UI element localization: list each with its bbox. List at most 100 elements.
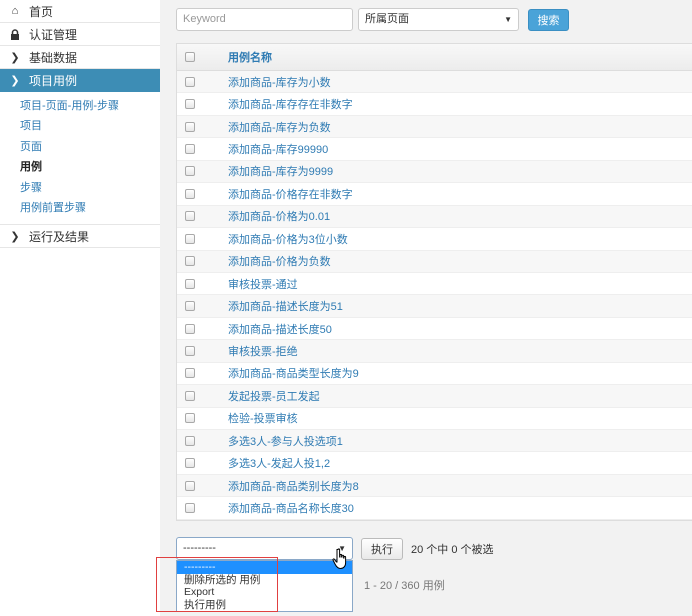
case-name-link[interactable]: 添加商品-商品类别长度为8: [228, 478, 359, 494]
row-checkbox[interactable]: [185, 345, 195, 356]
sidebar-sub-step[interactable]: 步骤: [20, 178, 160, 198]
row-checkbox[interactable]: [185, 144, 195, 155]
column-header-case-name[interactable]: 用例名称: [228, 49, 272, 65]
case-name-link[interactable]: 审核投票-拒绝: [228, 343, 298, 359]
row-checkbox[interactable]: [185, 211, 195, 222]
row-checkbox[interactable]: [185, 188, 195, 199]
row-checkbox[interactable]: [185, 503, 195, 514]
sidebar-subnav: 项目-页面-用例-步骤 项目 页面 用例 步骤 用例前置步骤: [0, 92, 160, 226]
select-all-checkbox[interactable]: [185, 52, 195, 62]
case-name-link[interactable]: 添加商品-价格为3位小数: [228, 231, 348, 247]
row-checkbox[interactable]: [185, 368, 195, 379]
sidebar-item-auth[interactable]: 认证管理: [0, 23, 160, 46]
row-checkbox[interactable]: [185, 99, 195, 110]
case-name-link[interactable]: 添加商品-库存为小数: [228, 74, 331, 90]
case-name-link[interactable]: 添加商品-库存存在非数字: [228, 96, 353, 112]
case-name-link[interactable]: 添加商品-库存为9999: [228, 163, 333, 179]
case-name-link[interactable]: 添加商品-价格为负数: [228, 253, 331, 269]
case-name-link[interactable]: 审核投票-通过: [228, 276, 298, 292]
sidebar-sub-project[interactable]: 项目: [20, 116, 160, 136]
case-name-link[interactable]: 添加商品-商品名称长度30: [228, 500, 354, 516]
case-name-link[interactable]: 添加商品-库存为负数: [228, 119, 331, 135]
table-header: 用例名称: [177, 44, 692, 71]
search-toolbar: Keyword 所属页面 ▼ 搜索: [176, 8, 569, 31]
table-row: 添加商品-商品名称长度30: [177, 497, 692, 520]
case-name-link[interactable]: 添加商品-商品类型长度为9: [228, 365, 359, 381]
sidebar-item-label: 运行及结果: [29, 229, 90, 244]
chevron-right-icon: ❯: [10, 230, 20, 243]
row-checkbox[interactable]: [185, 166, 195, 177]
row-checkbox[interactable]: [185, 121, 195, 132]
lock-icon: [8, 28, 22, 40]
case-name-link[interactable]: 多选3人-参与人投选项1: [228, 433, 343, 449]
keyword-input[interactable]: Keyword: [176, 8, 353, 31]
row-checkbox[interactable]: [185, 323, 195, 334]
table-row: 多选3人-参与人投选项1: [177, 430, 692, 453]
table-row: 审核投票-拒绝: [177, 340, 692, 363]
case-name-link[interactable]: 检验-投票审核: [228, 410, 298, 426]
sidebar-sub-project-page-case-step[interactable]: 项目-页面-用例-步骤: [20, 96, 160, 116]
sidebar-item-label: 首页: [29, 4, 54, 19]
chevron-right-icon: ❯: [10, 51, 20, 64]
table-row: 添加商品-库存为小数: [177, 71, 692, 94]
case-table: 用例名称 添加商品-库存为小数 添加商品-库存存在非数字 添加商品-库存为负数 添加商…: [176, 43, 692, 521]
table-row: 添加商品-库存为9999: [177, 160, 692, 184]
row-checkbox[interactable]: [185, 256, 195, 267]
table-row: 添加商品-价格为0.01: [177, 205, 692, 229]
sidebar-item-label: 基础数据: [29, 50, 78, 65]
sidebar-item-label: 项目用例: [29, 73, 78, 88]
sidebar: ⌂ 首页 认证管理 ❯ 基础数据 ❯ 项目用例 项目-页面-用例-步骤 项目 页…: [0, 0, 168, 616]
table-row: 添加商品-价格存在非数字: [177, 183, 692, 206]
sidebar-sub-case-prestep[interactable]: 用例前置步骤: [20, 198, 160, 218]
sidebar-item-basic-data[interactable]: ❯ 基础数据: [0, 46, 160, 69]
row-checkbox[interactable]: [185, 458, 195, 469]
row-checkbox[interactable]: [185, 301, 195, 312]
table-row: 添加商品-价格为3位小数: [177, 228, 692, 251]
page-filter-value: 所属页面: [365, 13, 409, 25]
row-checkbox[interactable]: [185, 480, 195, 491]
table-row: 添加商品-商品类型长度为9: [177, 363, 692, 386]
table-row: 多选3人-发起人投1,2: [177, 452, 692, 475]
case-name-link[interactable]: 发起投票-员工发起: [228, 388, 320, 404]
table-row: 添加商品-描述长度50: [177, 318, 692, 341]
case-name-link[interactable]: 添加商品-描述长度50: [228, 321, 332, 337]
table-row: 添加商品-库存99990: [177, 138, 692, 161]
sidebar-item-home[interactable]: ⌂ 首页: [0, 0, 160, 23]
table-row: 发起投票-员工发起: [177, 385, 692, 408]
case-name-link[interactable]: 添加商品-价格存在非数字: [228, 186, 353, 202]
action-select-value: ---------: [183, 542, 216, 554]
sidebar-sub-case[interactable]: 用例: [20, 157, 160, 177]
case-name-link[interactable]: 添加商品-描述长度为51: [228, 298, 343, 314]
sidebar-item-run-results[interactable]: ❯ 运行及结果: [0, 225, 160, 249]
table-row: 添加商品-商品类别长度为8: [177, 474, 692, 498]
row-checkbox[interactable]: [185, 435, 195, 446]
hand-cursor-icon: [332, 548, 350, 575]
highlight-box: [156, 557, 278, 612]
row-checkbox[interactable]: [185, 233, 195, 244]
pagination-info: 1 - 20 / 360 用例: [364, 580, 445, 592]
sidebar-item-label: 认证管理: [29, 27, 78, 42]
row-checkbox[interactable]: [185, 413, 195, 424]
row-checkbox[interactable]: [185, 278, 195, 289]
page-filter-select[interactable]: 所属页面 ▼: [358, 8, 519, 31]
table-row: 检验-投票审核: [177, 408, 692, 430]
table-row: 添加商品-描述长度为51: [177, 295, 692, 318]
main-content: Keyword 所属页面 ▼ 搜索 用例名称 添加商品-库存为小数 添加商品-库存…: [160, 0, 692, 616]
table-row: 添加商品-库存存在非数字: [177, 93, 692, 116]
dropdown-arrow-icon: ▼: [504, 15, 512, 24]
table-row: 添加商品-库存为负数: [177, 115, 692, 139]
chevron-right-icon: ❯: [10, 74, 20, 87]
case-name-link[interactable]: 多选3人-发起人投1,2: [228, 455, 330, 471]
selection-count: 20 个中 0 个被选: [411, 543, 494, 556]
search-button[interactable]: 搜索: [528, 8, 569, 31]
sidebar-item-project-cases[interactable]: ❯ 项目用例: [0, 69, 168, 92]
case-name-link[interactable]: 添加商品-价格为0.01: [228, 208, 330, 224]
row-checkbox[interactable]: [185, 390, 195, 401]
table-row: 审核投票-通过: [177, 273, 692, 296]
case-name-link[interactable]: 添加商品-库存99990: [228, 141, 328, 157]
sidebar-sub-page[interactable]: 页面: [20, 137, 160, 157]
row-checkbox[interactable]: [185, 76, 195, 87]
table-row: 添加商品-价格为负数: [177, 250, 692, 273]
home-icon: ⌂: [11, 5, 19, 17]
run-action-button[interactable]: 执行: [361, 537, 403, 560]
